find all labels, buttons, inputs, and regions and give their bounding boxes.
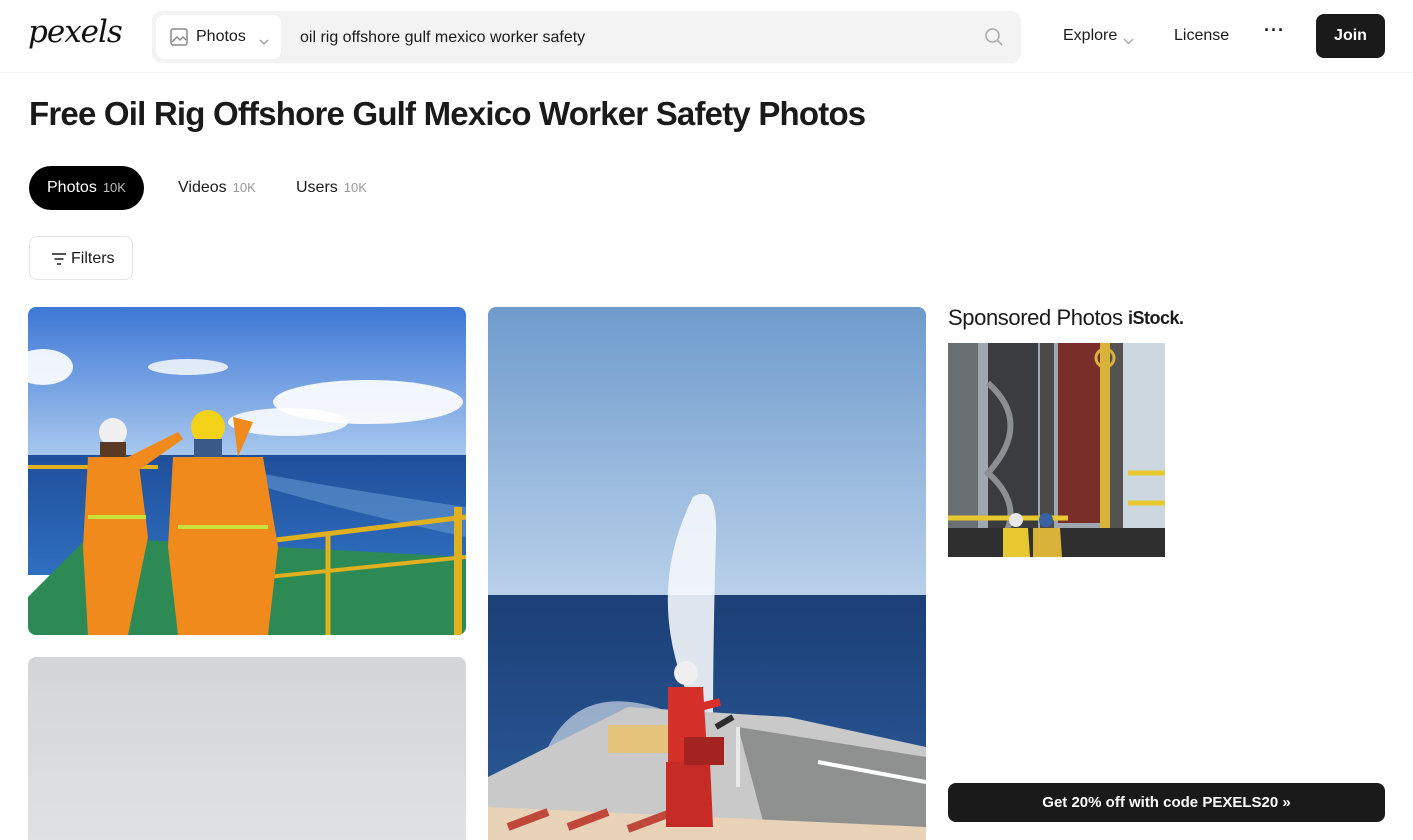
tab-videos[interactable]: Videos 10K [178, 166, 256, 210]
sponsored-photo-drilling-rig[interactable] [948, 343, 1165, 557]
top-nav: pexels Photos Explore License ··· [0, 0, 1413, 73]
tab-count: 10K [343, 180, 367, 195]
tab-count: 10K [102, 180, 126, 195]
join-button[interactable]: Join [1316, 14, 1385, 58]
nav-license[interactable]: License [1174, 27, 1229, 45]
pexels-logo[interactable]: pexels [28, 14, 123, 50]
tab-users[interactable]: Users 10K [296, 166, 367, 210]
search-icon[interactable] [984, 27, 1004, 52]
tab-label: Photos [47, 179, 97, 196]
promo-code-button[interactable]: Get 20% off with code PEXELS20 » [948, 783, 1385, 822]
chevron-down-icon [1123, 32, 1134, 50]
tab-label: Videos [178, 179, 227, 196]
page-title: Free Oil Rig Offshore Gulf Mexico Worker… [29, 95, 866, 132]
search-input[interactable] [300, 27, 950, 49]
filters-label: Filters [71, 250, 115, 267]
filters-button[interactable]: Filters [29, 236, 133, 280]
tab-count: 10K [232, 180, 256, 195]
more-menu-icon[interactable]: ··· [1264, 20, 1285, 41]
tab-photos[interactable]: Photos 10K [29, 166, 144, 210]
image-icon [170, 28, 188, 51]
search-type-label: Photos [196, 28, 246, 45]
photo-fire-hose-spray[interactable] [488, 307, 926, 840]
photo-overcast-sky[interactable] [28, 657, 466, 840]
filter-icon [52, 252, 66, 270]
search-bar: Photos [152, 11, 1021, 63]
chevron-down-icon [259, 33, 269, 51]
tab-label: Users [296, 179, 338, 196]
nav-explore[interactable]: Explore [1063, 27, 1117, 45]
istock-logo[interactable]: iStock. [1128, 308, 1184, 329]
photo-workers-on-deck[interactable] [28, 307, 466, 635]
sponsored-photos-title: Sponsored Photos [948, 305, 1123, 330]
search-type-dropdown[interactable]: Photos [156, 15, 281, 59]
